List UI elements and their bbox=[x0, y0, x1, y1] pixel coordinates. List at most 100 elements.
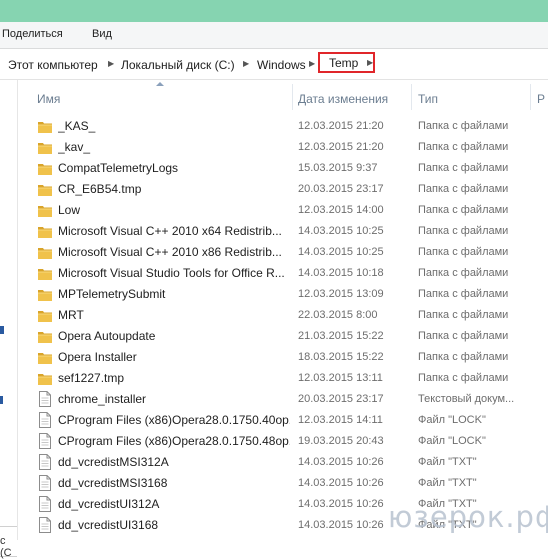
column-size[interactable]: Р bbox=[537, 92, 545, 106]
file-date: 21.03.2015 15:22 bbox=[298, 330, 384, 342]
file-date: 22.03.2015 8:00 bbox=[298, 309, 378, 321]
file-name[interactable]: CProgram Files (x86)Opera28.0.1750.40op.… bbox=[58, 413, 290, 427]
file-name[interactable]: dd_vcredistMSI3168 bbox=[58, 476, 290, 490]
file-type: Текстовый докум... bbox=[418, 393, 515, 405]
breadcrumb-windows[interactable]: Windows bbox=[257, 58, 306, 72]
file-name[interactable]: _KAS_ bbox=[58, 119, 290, 133]
tab-view[interactable]: Вид bbox=[92, 28, 112, 40]
file-row[interactable]: Opera Installer 18.03.2015 15:22 Папка с ф… bbox=[36, 347, 548, 368]
chevron-right-icon[interactable]: ▶ bbox=[367, 58, 373, 67]
file-date: 12.03.2015 13:11 bbox=[298, 372, 383, 384]
watermark: юзерок.рф bbox=[388, 500, 548, 534]
file-row[interactable]: _KAS_ 12.03.2015 21:20 Папка с файлами bbox=[36, 116, 548, 137]
file-date: 12.03.2015 21:20 bbox=[298, 120, 384, 132]
folder-icon bbox=[38, 162, 52, 175]
column-date[interactable]: Дата изменения bbox=[298, 92, 388, 106]
folder-icon bbox=[38, 204, 52, 217]
file-type: Файл "TXT" bbox=[418, 477, 477, 489]
chevron-right-icon[interactable]: ▶ bbox=[243, 59, 249, 68]
file-date: 14.03.2015 10:18 bbox=[298, 267, 384, 279]
folder-icon bbox=[38, 351, 52, 364]
file-row[interactable]: MRT 22.03.2015 8:00 Папка с файлами bbox=[36, 305, 548, 326]
file-icon bbox=[39, 475, 51, 491]
folder-icon bbox=[38, 225, 52, 238]
breadcrumb-local-disk[interactable]: Локальный диск (C:) bbox=[121, 58, 235, 72]
file-name[interactable]: Microsoft Visual Studio Tools for Office… bbox=[58, 266, 290, 280]
folder-icon bbox=[38, 141, 52, 154]
title-bar bbox=[0, 0, 548, 22]
file-type: Папка с файлами bbox=[418, 351, 509, 363]
address-bar[interactable]: Этот компьютер ▶ Локальный диск (C:) ▶ W… bbox=[0, 49, 548, 80]
file-icon bbox=[39, 433, 51, 449]
file-type: Файл "TXT" bbox=[418, 456, 477, 468]
file-row[interactable]: dd_vcredistMSI3168 14.03.2015 10:26 Файл "… bbox=[36, 473, 548, 494]
column-divider[interactable] bbox=[411, 84, 412, 110]
file-name[interactable]: Microsoft Visual C++ 2010 x64 Redistrib.… bbox=[58, 224, 290, 238]
file-name[interactable]: CR_E6B54.tmp bbox=[58, 182, 290, 196]
column-name[interactable]: Имя bbox=[37, 92, 60, 106]
current-folder-highlight[interactable]: Temp ▶ bbox=[318, 52, 375, 73]
file-row[interactable]: CProgram Files (x86)Opera28.0.1750.48op.… bbox=[36, 431, 548, 452]
breadcrumb-this-pc[interactable]: Этот компьютер bbox=[8, 58, 98, 72]
file-row[interactable]: Low 12.03.2015 14:00 Папка с файлами bbox=[36, 200, 548, 221]
file-name[interactable]: dd_vcredistUI3168 bbox=[58, 518, 290, 532]
ribbon: Поделиться Вид bbox=[0, 22, 548, 49]
file-icon bbox=[39, 496, 51, 512]
file-name[interactable]: MRT bbox=[58, 308, 290, 322]
file-icon bbox=[39, 454, 51, 470]
file-date: 18.03.2015 15:22 bbox=[298, 351, 384, 363]
column-type[interactable]: Тип bbox=[418, 92, 438, 106]
file-name[interactable]: Microsoft Visual C++ 2010 x86 Redistrib.… bbox=[58, 245, 290, 259]
folder-icon bbox=[38, 120, 52, 133]
tab-share[interactable]: Поделиться bbox=[2, 28, 63, 40]
file-row[interactable]: sef1227.tmp 12.03.2015 13:11 Папка с файла… bbox=[36, 368, 548, 389]
folder-icon bbox=[38, 288, 52, 301]
file-row[interactable]: Microsoft Visual Studio Tools for Office… bbox=[36, 263, 548, 284]
column-divider[interactable] bbox=[292, 84, 293, 110]
file-row[interactable]: _kav_ 12.03.2015 21:20 Папка с файлами bbox=[36, 137, 548, 158]
file-row[interactable]: chrome_installer 20.03.2015 23:17 Текстовы… bbox=[36, 389, 548, 410]
file-row[interactable]: CompatTelemetryLogs 15.03.2015 9:37 Папка … bbox=[36, 158, 548, 179]
file-name[interactable]: dd_vcredistMSI312A bbox=[58, 455, 290, 469]
sort-ascending-icon bbox=[156, 82, 164, 86]
file-date: 12.03.2015 21:20 bbox=[298, 141, 384, 153]
file-name[interactable]: Opera Autoupdate bbox=[58, 329, 290, 343]
column-header: Имя Дата изменения Тип Р bbox=[18, 80, 548, 112]
file-type: Папка с файлами bbox=[418, 309, 509, 321]
file-row[interactable]: Microsoft Visual C++ 2010 x64 Redistrib.… bbox=[36, 221, 548, 242]
file-name[interactable]: chrome_installer bbox=[58, 392, 290, 406]
file-type: Файл "LOCK" bbox=[418, 414, 486, 426]
file-icon bbox=[39, 391, 51, 407]
file-date: 14.03.2015 10:26 bbox=[298, 456, 384, 468]
breadcrumb-temp[interactable]: Temp bbox=[329, 56, 358, 70]
nav-item-label[interactable]: с (C bbox=[0, 535, 17, 559]
file-name[interactable]: sef1227.tmp bbox=[58, 371, 290, 385]
file-type: Папка с файлами bbox=[418, 372, 509, 384]
file-type: Папка с файлами bbox=[418, 141, 509, 153]
folder-icon bbox=[38, 372, 52, 385]
nav-item-marker bbox=[0, 326, 4, 334]
navigation-pane[interactable]: с (C bbox=[0, 80, 18, 559]
file-date: 14.03.2015 10:26 bbox=[298, 477, 384, 489]
file-row[interactable]: CProgram Files (x86)Opera28.0.1750.40op.… bbox=[36, 410, 548, 431]
file-type: Папка с файлами bbox=[418, 267, 509, 279]
file-name[interactable]: dd_vcredistUI312A bbox=[58, 497, 290, 511]
chevron-right-icon[interactable]: ▶ bbox=[108, 59, 114, 68]
file-row[interactable]: Microsoft Visual C++ 2010 x86 Redistrib.… bbox=[36, 242, 548, 263]
nav-item-marker bbox=[0, 396, 3, 404]
file-name[interactable]: _kav_ bbox=[58, 140, 290, 154]
chevron-right-icon[interactable]: ▶ bbox=[309, 59, 315, 68]
file-row[interactable]: Opera Autoupdate 21.03.2015 15:22 Папка с … bbox=[36, 326, 548, 347]
file-name[interactable]: Opera Installer bbox=[58, 350, 290, 364]
file-list: _KAS_ 12.03.2015 21:20 Папка с файлами _kav… bbox=[36, 116, 548, 536]
file-row[interactable]: MPTelemetrySubmit 12.03.2015 13:09 Папка с… bbox=[36, 284, 548, 305]
file-row[interactable]: CR_E6B54.tmp 20.03.2015 23:17 Папка с файл… bbox=[36, 179, 548, 200]
file-row[interactable]: dd_vcredistMSI312A 14.03.2015 10:26 Файл "… bbox=[36, 452, 548, 473]
column-divider[interactable] bbox=[530, 84, 531, 110]
file-name[interactable]: MPTelemetrySubmit bbox=[58, 287, 290, 301]
file-icon bbox=[39, 517, 51, 533]
file-name[interactable]: CProgram Files (x86)Opera28.0.1750.48op.… bbox=[58, 434, 290, 448]
file-name[interactable]: Low bbox=[58, 203, 290, 217]
file-date: 12.03.2015 14:11 bbox=[298, 414, 383, 426]
file-name[interactable]: CompatTelemetryLogs bbox=[58, 161, 290, 175]
